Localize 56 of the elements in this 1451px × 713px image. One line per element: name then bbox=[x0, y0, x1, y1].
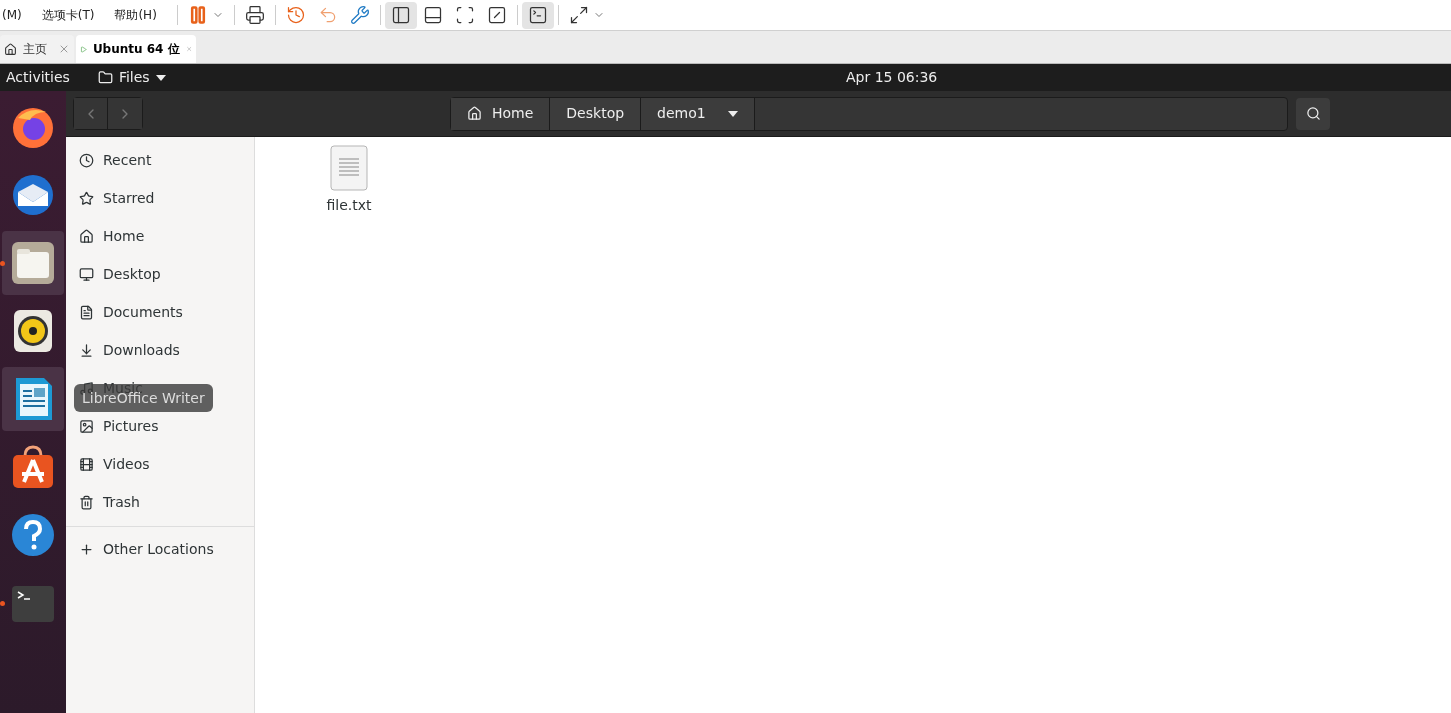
toolbar-button[interactable] bbox=[521, 1, 554, 29]
app-menu[interactable]: Files bbox=[97, 67, 166, 88]
activities-button[interactable]: Activities bbox=[0, 67, 76, 88]
shopping-bag-icon bbox=[10, 444, 56, 490]
clock[interactable]: Apr 15 06:36 bbox=[846, 67, 938, 88]
caret-icon bbox=[727, 110, 738, 117]
image-icon bbox=[79, 418, 94, 434]
expand-icon bbox=[568, 5, 589, 25]
path-button[interactable]: demo1 bbox=[641, 97, 755, 130]
folder-icon bbox=[10, 240, 56, 286]
mail-bird-icon bbox=[10, 172, 56, 218]
menu-item[interactable]: 帮助(H) bbox=[110, 6, 161, 24]
sidebar-item[interactable]: Trash bbox=[66, 483, 254, 521]
sidebar-item[interactable]: Videos bbox=[66, 445, 254, 483]
dock-item[interactable] bbox=[2, 231, 64, 295]
film-icon bbox=[79, 456, 94, 472]
sidebar-item[interactable]: Pictures bbox=[66, 407, 254, 445]
menu-item[interactable]: (M) bbox=[0, 6, 26, 24]
tab-label: 主页 bbox=[23, 41, 47, 58]
sidebar-icon bbox=[390, 5, 411, 25]
monitor-icon bbox=[79, 266, 94, 282]
folder-icon bbox=[97, 70, 113, 85]
sidebar-item[interactable]: Desktop bbox=[66, 255, 254, 293]
dock-item[interactable] bbox=[2, 367, 64, 431]
sidebar-item[interactable]: Home bbox=[66, 217, 254, 255]
tab-label: Ubuntu 64 位 bbox=[92, 41, 180, 58]
toolbar-button[interactable] bbox=[384, 1, 417, 29]
download-icon bbox=[79, 342, 94, 358]
menu-item[interactable]: 选项卡(T) bbox=[37, 6, 99, 24]
tab[interactable]: 主页 bbox=[0, 35, 74, 63]
tab[interactable]: Ubuntu 64 位 bbox=[76, 35, 196, 63]
terminal-icon bbox=[527, 5, 548, 25]
sidebar-item[interactable]: Recent bbox=[66, 141, 254, 179]
home-icon bbox=[4, 42, 17, 56]
close-icon bbox=[58, 43, 70, 55]
document-icon bbox=[79, 304, 94, 320]
text-file-icon bbox=[330, 145, 368, 191]
fullscreen-icon bbox=[454, 5, 475, 25]
home-icon bbox=[467, 106, 482, 121]
caret-icon bbox=[155, 74, 166, 81]
panel-icon bbox=[422, 5, 443, 25]
clock-icon bbox=[79, 152, 94, 168]
sidebar-item[interactable]: Other Locations bbox=[66, 531, 254, 567]
search-icon bbox=[1305, 106, 1321, 121]
star-icon bbox=[79, 190, 94, 206]
path-button[interactable]: Home bbox=[451, 97, 551, 130]
help-icon bbox=[10, 512, 56, 558]
file-item[interactable]: file.txt bbox=[317, 145, 381, 216]
home-icon bbox=[79, 228, 94, 244]
sidebar-item[interactable]: Documents bbox=[66, 293, 254, 331]
sidebar-item[interactable]: Downloads bbox=[66, 331, 254, 369]
trash-icon bbox=[79, 494, 94, 510]
sidebar-item[interactable]: Starred bbox=[66, 179, 254, 217]
search-button[interactable] bbox=[1296, 97, 1330, 130]
path-button[interactable]: Desktop bbox=[550, 97, 642, 130]
plus-icon bbox=[79, 541, 94, 557]
